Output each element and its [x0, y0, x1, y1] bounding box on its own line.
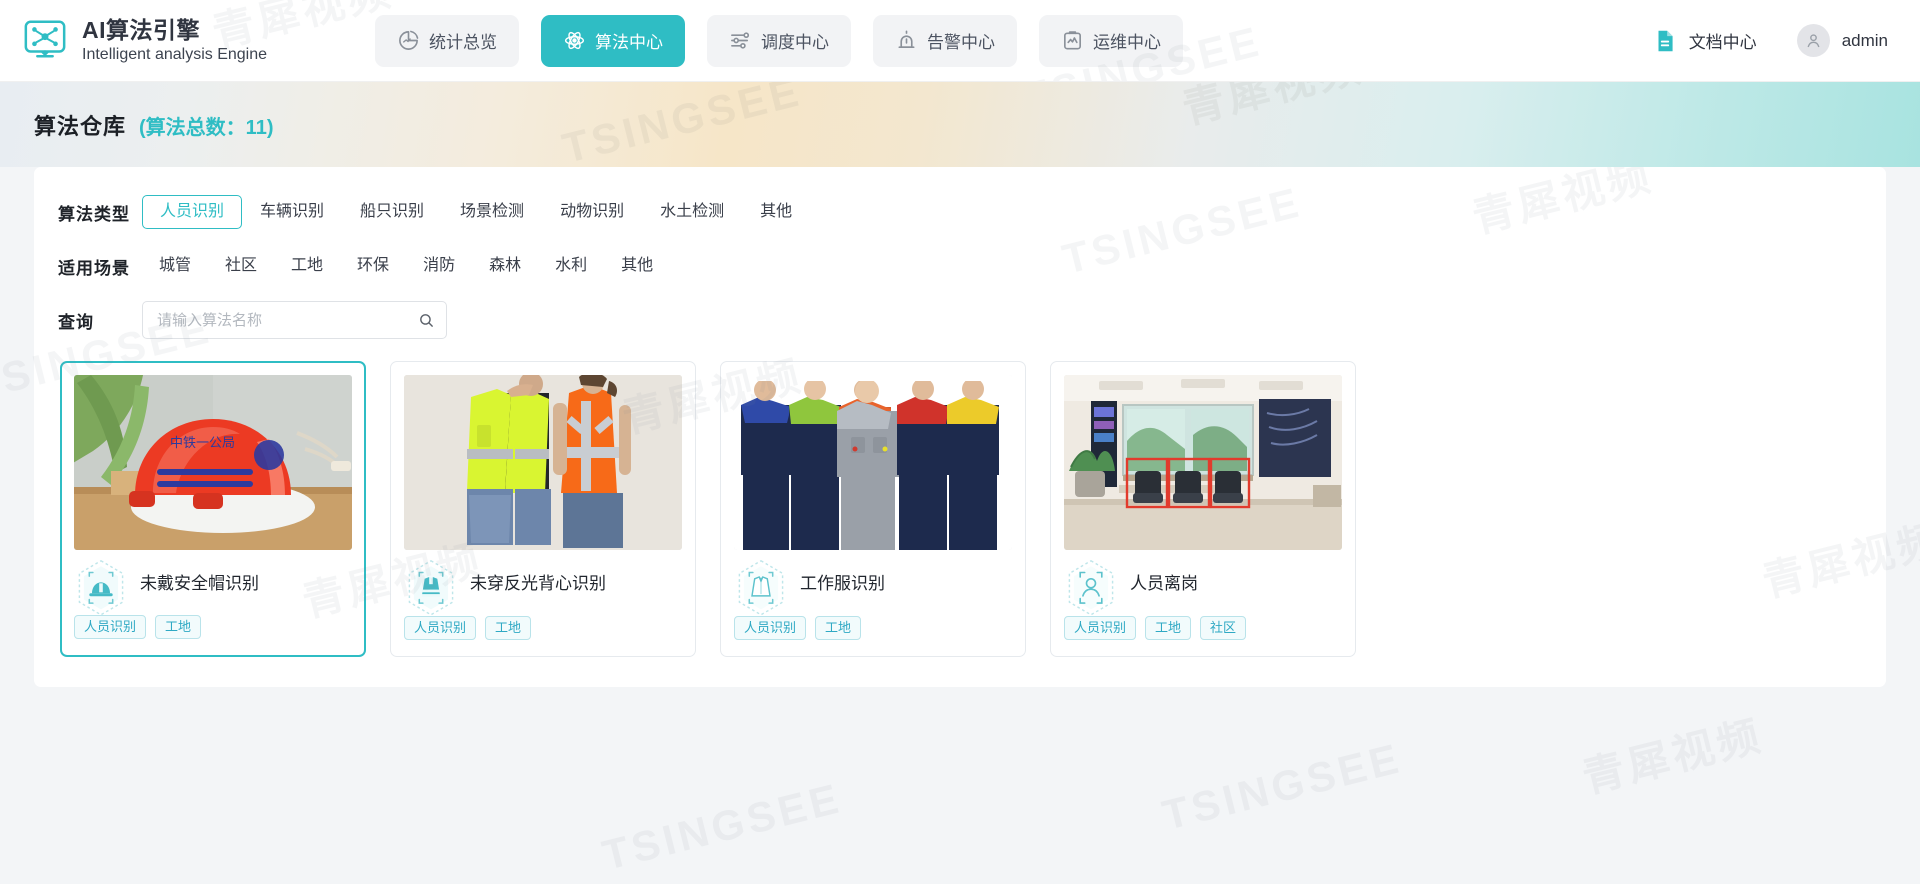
watermark-text: 青犀视频: [617, 351, 808, 442]
watermark-text: 青犀视频: [1757, 515, 1920, 606]
watermark-text: TSINGSEE: [557, 82, 807, 167]
watermark-text: TSINGSEE: [1017, 17, 1267, 81]
page-body: 算法类型 人员识别 车辆识别 船只识别 场景检测 动物识别 水土检测 其他 适用…: [0, 167, 1920, 884]
header-watermark: 青犀视频 TSINGSEE: [0, 0, 1920, 81]
watermark-text: 青犀视频: [1577, 711, 1768, 802]
banner-watermark: TSINGSEE 青犀视频: [0, 82, 1920, 167]
watermark-text: TSINGSEE: [597, 774, 847, 879]
page-banner: 算法仓库 (算法总数：11) TSINGSEE 青犀视频: [0, 82, 1920, 167]
watermark-text: 青犀视频: [1177, 82, 1368, 133]
watermark-text: TSINGSEE: [0, 304, 217, 409]
watermark-text: 青犀视频: [297, 535, 488, 626]
watermark-text: TSINGSEE: [1057, 178, 1307, 283]
watermark-text: 青犀视频: [207, 0, 398, 57]
app-header: AI算法引擎 Intelligent analysis Engine 统计总览: [0, 0, 1920, 82]
watermark-text: TSINGSEE: [1157, 734, 1407, 839]
watermark-text: 青犀视频: [1467, 167, 1658, 242]
body-watermark: TSINGSEE 青犀视频 TSINGSEE 青犀视频 青犀视频 青犀视频 TS…: [0, 167, 1920, 884]
